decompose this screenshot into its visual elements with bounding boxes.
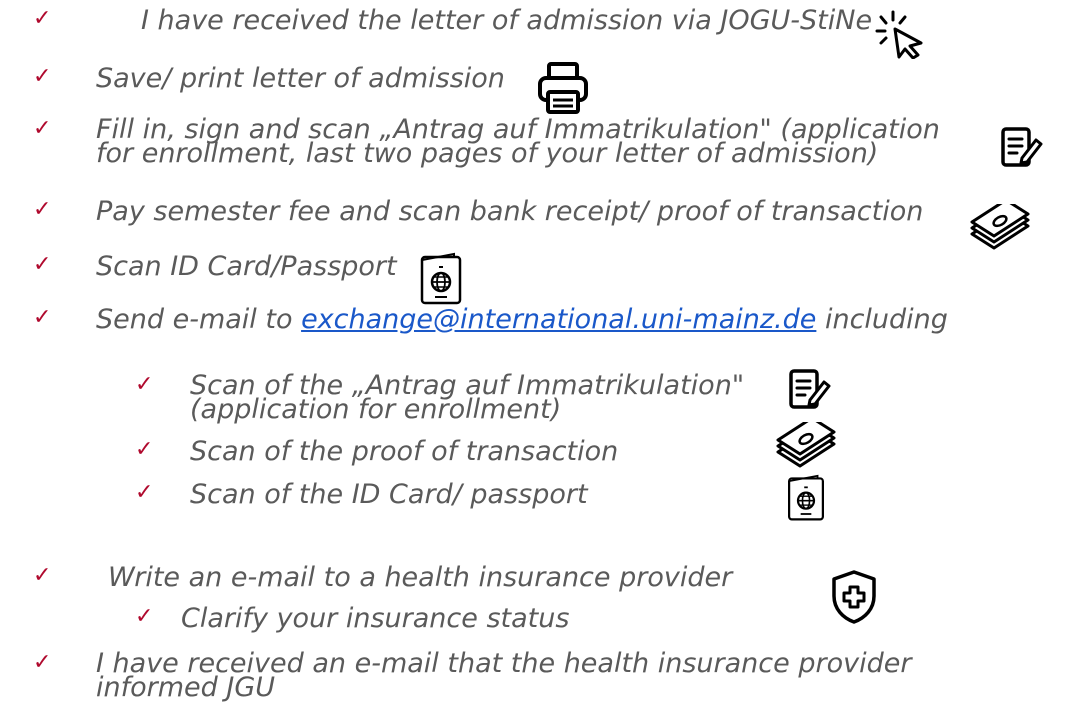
item-text: Clarify your insurance status [181,603,570,634]
checkmark-icon: ✓ [33,116,52,141]
checklist-item-save-print: ✓ Save/ print letter of admission [33,63,505,94]
checkmark-icon: ✓ [33,64,52,89]
item-text-line2: for enrollment, last two pages of your l… [96,138,879,169]
item-text: Send e-mail to exchange@international.un… [96,304,948,335]
checkmark-icon: ✓ [135,480,154,505]
money-stack-icon [968,204,1032,254]
checkmark-icon: ✓ [33,563,52,588]
exchange-email-link[interactable]: exchange@international.uni-mainz.de [301,304,816,335]
checkmark-icon: ✓ [33,305,52,330]
checkmark-icon: ✓ [33,252,52,277]
checkmark-icon: ✓ [135,372,154,397]
subitem-scan-transaction: ✓ Scan of the proof of transaction [135,436,619,467]
checkmark-icon: ✓ [33,6,52,31]
cursor-click-icon [873,9,929,59]
item-text-line2: informed JGU [96,672,276,703]
item-text-line2: (application for enrollment) [190,394,562,425]
item-text: Pay semester fee and scan bank receipt/ … [96,196,924,227]
checkmark-icon: ✓ [135,437,154,462]
subitem-insurance-status: ✓ Clarify your insurance status [135,603,570,634]
checkmark-icon: ✓ [33,197,52,222]
item-text: Scan of the ID Card/ passport [190,479,588,510]
item-text-before: Send e-mail to [96,304,302,335]
document-edit-icon [1000,126,1044,170]
subitem-scan-id: ✓ Scan of the ID Card/ passport [135,479,588,510]
passport-icon [786,474,826,522]
checklist-item-health-insurance: ✓ Write an e-mail to a health insurance … [33,562,733,593]
passport-icon [419,252,463,306]
checkmark-icon: ✓ [33,650,52,675]
item-text-after: including [816,304,948,335]
document-edit-icon [788,368,832,412]
item-text: Write an e-mail to a health insurance pr… [108,562,733,593]
checklist-item-pay-fee: ✓ Pay semester fee and scan bank receipt… [33,196,924,227]
shield-plus-icon [828,568,880,626]
subitem-scan-antrag: ✓ Scan of the „Antrag auf Immatrikulatio… [135,372,744,425]
item-text: Save/ print letter of admission [96,63,505,94]
checklist-item-fill-sign-scan: ✓ Fill in, sign and scan „Antrag auf Imm… [33,116,940,169]
item-text: Scan of the proof of transaction [190,436,619,467]
checklist-item-letter-received: ✓ I have received the letter of admissio… [33,5,873,36]
item-text: Scan ID Card/Passport [96,251,397,282]
printer-icon [535,60,591,116]
money-stack-icon [774,422,838,472]
checklist-item-send-email: ✓ Send e-mail to exchange@international.… [33,304,948,335]
checklist-item-scan-id: ✓ Scan ID Card/Passport [33,251,397,282]
checkmark-icon: ✓ [135,604,154,629]
item-text: I have received the letter of admission … [141,5,873,36]
checklist-item-jgu-informed: ✓ I have received an e-mail that the hea… [33,650,911,703]
